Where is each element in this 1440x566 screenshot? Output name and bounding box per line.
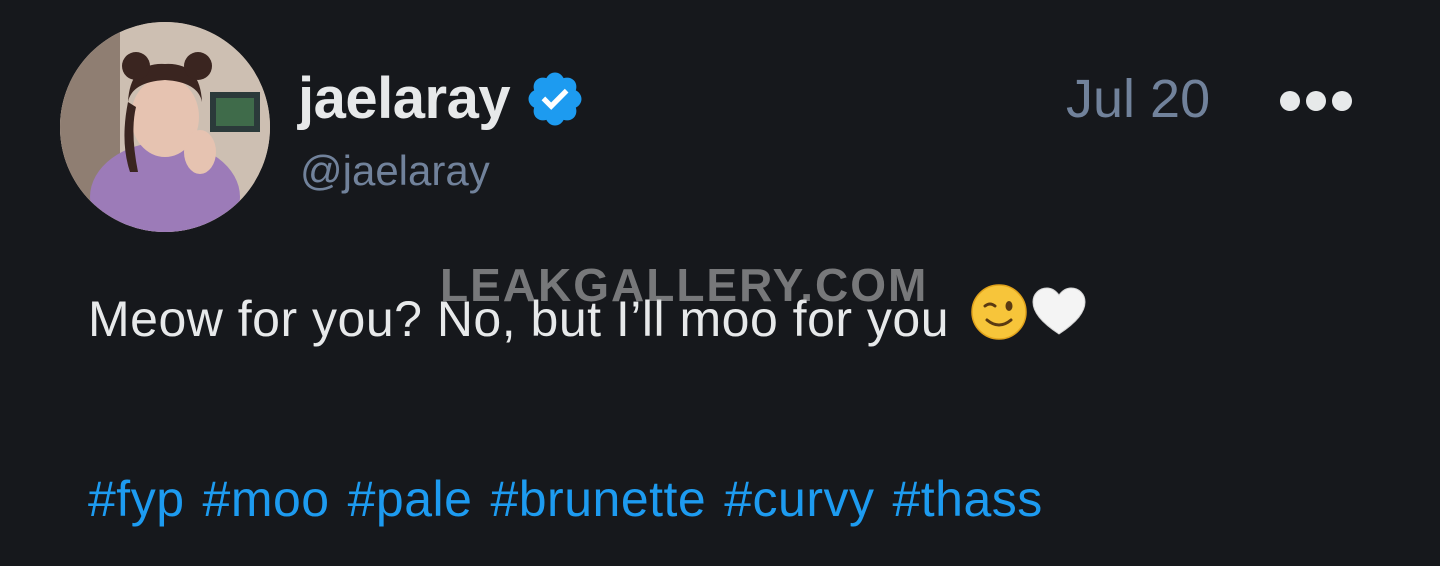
hashtag-link[interactable]: #fyp (88, 474, 185, 524)
hashtag-link[interactable]: #curvy (724, 474, 874, 524)
ellipsis-dot (1306, 91, 1326, 111)
hashtag-link[interactable]: #moo (203, 474, 330, 524)
white-heart-emoji (1032, 287, 1086, 335)
avatar[interactable] (60, 22, 270, 232)
ellipsis-dot (1280, 91, 1300, 111)
more-options-button[interactable] (1280, 86, 1352, 116)
emoji-group (969, 282, 1089, 342)
winking-face-emoji (971, 284, 1028, 340)
hashtag-link[interactable]: #brunette (490, 474, 706, 524)
hashtag-list: #fyp #moo #pale #brunette #curvy #thass (88, 474, 1043, 524)
ellipsis-dot (1332, 91, 1352, 111)
profile-photo (60, 22, 270, 232)
post-card: jaelaray @jaelaray Jul 20 Meow for you? … (0, 0, 1440, 566)
watermark: LEAKGALLERY.COM (440, 259, 929, 311)
display-name[interactable]: jaelaray (298, 70, 511, 128)
user-handle[interactable]: @jaelaray (300, 150, 490, 192)
display-name-row: jaelaray (298, 68, 586, 130)
post-date[interactable]: Jul 20 (1066, 72, 1210, 126)
hashtag-link[interactable]: #thass (892, 474, 1042, 524)
verified-badge-icon (524, 68, 586, 130)
hashtag-link[interactable]: #pale (348, 474, 473, 524)
